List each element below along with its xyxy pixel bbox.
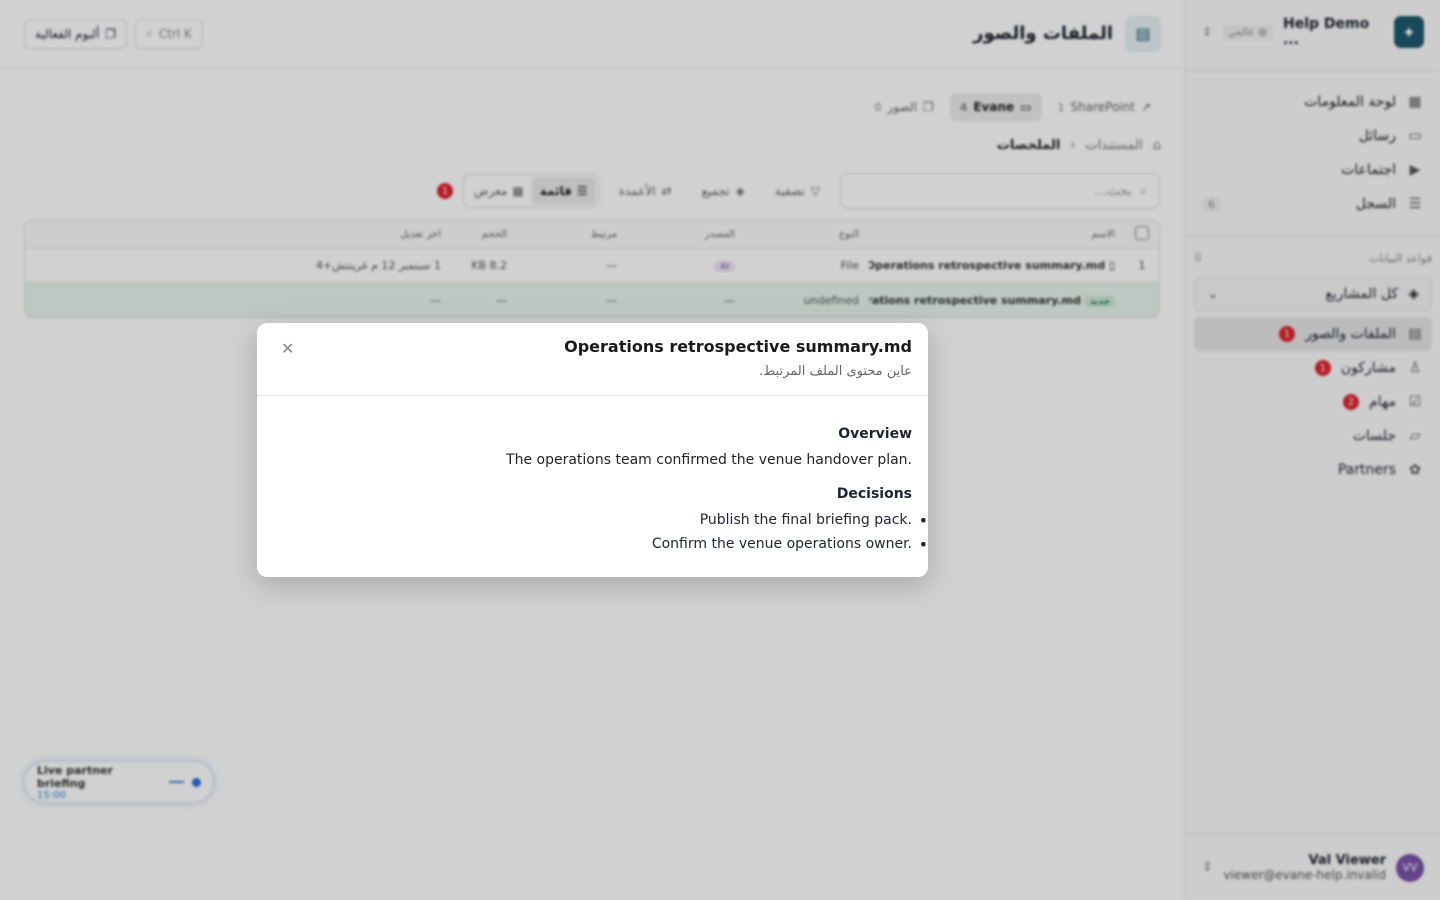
modal-header: Operations retrospective summary.md عاين…	[257, 323, 928, 396]
modal-subtitle: عاين محتوى الملف المرتبط.	[759, 364, 912, 379]
decisions-heading: Decisions	[836, 486, 912, 502]
file-preview-modal: Operations retrospective summary.md عاين…	[257, 323, 928, 577]
list-item: Publish the final briefing pack.	[273, 511, 928, 530]
decisions-list: Publish the final briefing pack. Confirm…	[273, 511, 928, 554]
overview-heading: Overview	[838, 426, 912, 442]
list-item: Confirm the venue operations owner.	[273, 535, 928, 554]
overview-text: The operations team confirmed the venue …	[506, 452, 912, 468]
modal-body: Overview The operations team confirmed t…	[257, 396, 928, 554]
modal-title: Operations retrospective summary.md	[564, 337, 912, 356]
close-icon[interactable]: ✕	[281, 339, 294, 358]
